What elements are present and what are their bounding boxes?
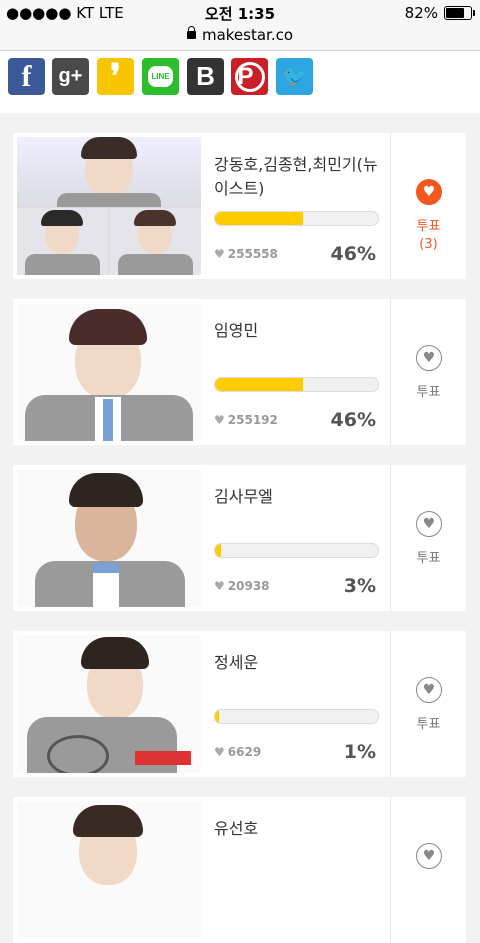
vote-button[interactable]: ♥ 투표 <box>391 631 466 777</box>
vote-progress-bar <box>214 543 379 558</box>
candidate-name: 강동호,김종현,최민기(뉴이스트) <box>214 155 378 198</box>
battery-icon <box>444 6 475 20</box>
my-vote-count: (3) <box>419 237 438 252</box>
lock-icon <box>186 26 196 39</box>
vote-count-value: 255558 <box>227 247 278 261</box>
vote-count-value: 20938 <box>227 579 270 593</box>
candidate-card: 유선호 ♥ <box>13 797 466 943</box>
vote-progress-bar <box>214 211 379 226</box>
battery-indicator: 82% <box>404 4 475 22</box>
heart-icon: ♥ <box>214 579 225 593</box>
candidate-photo <box>17 635 201 773</box>
heart-icon: ♥ <box>416 345 442 371</box>
vote-count-value: 255192 <box>227 413 278 427</box>
vote-percent: 1% <box>343 741 376 763</box>
heart-icon: ♥ <box>214 247 225 261</box>
address-bar[interactable]: makestar.co <box>0 26 480 51</box>
heart-icon: ♥ <box>416 843 442 869</box>
candidate-card: 임영민 ♥ 255192 46% ♥ 투표 <box>13 299 466 445</box>
heart-icon: ♥ <box>416 677 442 703</box>
candidate-photo-group <box>17 137 201 275</box>
candidate-card: 정세운 ♥ 6629 1% ♥ 투표 <box>13 631 466 777</box>
vote-count: ♥ 255192 <box>214 413 278 427</box>
member-photo <box>17 208 108 275</box>
candidate-name: 김사무엘 <box>214 487 273 506</box>
vote-button[interactable]: ♥ 투표 <box>391 465 466 611</box>
candidate-name: 임영민 <box>214 321 259 340</box>
vote-count: ♥ 20938 <box>214 579 270 593</box>
status-bar: ●●●●● KT LTE 오전 1:35 82% <box>0 0 480 26</box>
share-bar: f g+ ❜ LINE B P 🐦 <box>0 51 480 113</box>
candidate-name: 정세운 <box>214 653 259 672</box>
vote-percent: 46% <box>330 243 376 265</box>
url-text: makestar.co <box>201 26 294 44</box>
member-photo <box>17 137 201 207</box>
kakaostory-icon[interactable]: ❜ <box>97 58 134 96</box>
vote-button[interactable]: ♥ 투표 (3) <box>391 133 466 279</box>
vote-percent: 3% <box>343 575 376 597</box>
vote-button[interactable]: ♥ 투표 <box>391 299 466 445</box>
heart-icon: ♥ <box>416 179 442 205</box>
candidate-card: 김사무엘 ♥ 20938 3% ♥ 투표 <box>13 465 466 611</box>
vote-count-value: 6629 <box>227 745 262 759</box>
heart-icon: ♥ <box>416 511 442 537</box>
candidate-card: 강동호,김종현,최민기(뉴이스트) ♥ 255558 46% ♥ 투표 (3) <box>13 133 466 279</box>
vote-count: ♥ 255558 <box>214 247 278 261</box>
vote-progress-bar <box>214 709 379 724</box>
vote-progress-bar <box>214 377 379 392</box>
candidate-photo <box>17 469 201 607</box>
vote-button[interactable]: ♥ <box>391 797 466 943</box>
candidate-photo <box>17 303 201 441</box>
vote-label: 투표 <box>416 219 441 234</box>
pinterest-icon[interactable]: P <box>231 58 268 95</box>
candidate-photo <box>17 801 201 939</box>
vote-count: ♥ 6629 <box>214 745 261 759</box>
band-icon[interactable]: B <box>187 58 224 95</box>
vote-label: 투표 <box>416 551 441 566</box>
vote-percent: 46% <box>330 409 376 431</box>
line-icon[interactable]: LINE <box>142 58 179 95</box>
heart-icon: ♥ <box>214 745 225 759</box>
google-plus-icon[interactable]: g+ <box>52 58 89 95</box>
vote-label: 투표 <box>416 717 441 732</box>
member-photo <box>110 208 201 275</box>
heart-icon: ♥ <box>214 413 225 427</box>
twitter-icon[interactable]: 🐦 <box>276 58 313 95</box>
candidate-name: 유선호 <box>214 819 259 838</box>
battery-percent: 82% <box>404 4 438 22</box>
vote-label: 투표 <box>416 385 441 400</box>
facebook-icon[interactable]: f <box>8 58 45 95</box>
